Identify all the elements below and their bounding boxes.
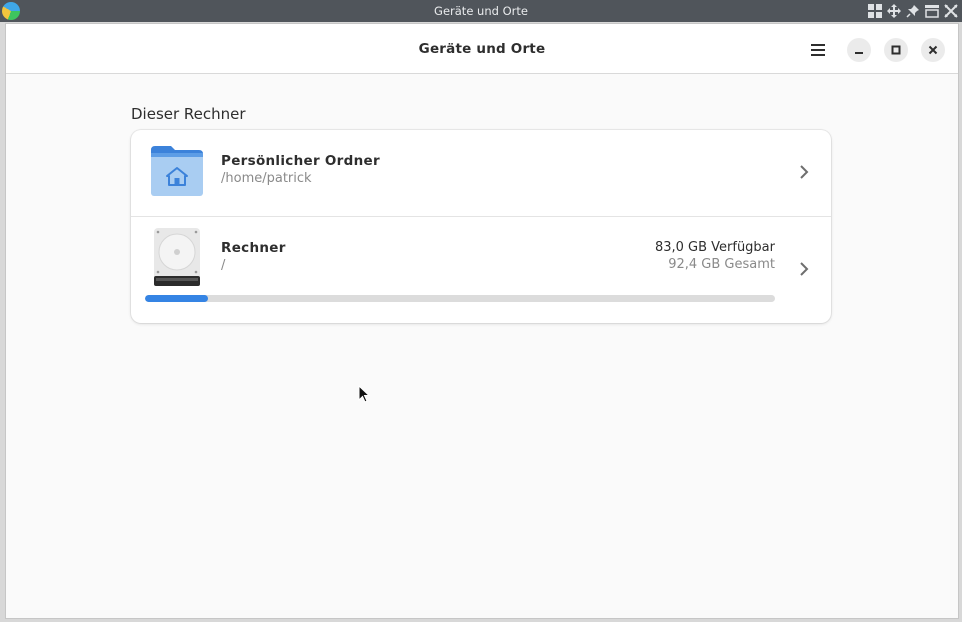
place-path: /home/patrick	[221, 171, 312, 186]
maximize-button[interactable]	[884, 38, 908, 62]
shade-icon[interactable]	[924, 3, 940, 19]
mouse-cursor-icon	[358, 385, 370, 403]
close-x-icon[interactable]	[943, 3, 959, 19]
place-path: /	[221, 258, 226, 273]
wm-controls	[867, 3, 959, 19]
disk-available: 83,0 GB Verfügbar	[654, 240, 775, 255]
tile-grid-icon[interactable]	[867, 3, 883, 19]
minimize-icon	[855, 52, 863, 54]
chevron-right-icon	[800, 165, 809, 179]
place-name: Persönlicher Ordner	[221, 153, 380, 169]
move-icon[interactable]	[886, 3, 902, 19]
chevron-right-icon	[800, 262, 809, 276]
list-item-computer[interactable]: Rechner / 83,0 GB Verfügbar 92,4 GB Gesa…	[131, 217, 831, 323]
pin-icon[interactable]	[905, 3, 921, 19]
maximize-icon	[891, 45, 901, 55]
home-folder-icon	[151, 144, 203, 200]
hard-disk-icon	[154, 228, 200, 290]
minimize-button[interactable]	[847, 38, 871, 62]
place-name: Rechner	[221, 240, 286, 256]
wm-titlebar: Geräte und Orte	[0, 0, 962, 22]
window-content: Geräte und Orte Dieser Rechner Persönlic…	[5, 23, 959, 619]
section-title: Dieser Rechner	[131, 105, 246, 123]
disk-total: 92,4 GB Gesamt	[668, 257, 775, 272]
header-bar: Geräte und Orte	[6, 24, 958, 74]
disk-usage-bar	[145, 295, 775, 302]
close-button[interactable]	[921, 38, 945, 62]
list-item-home[interactable]: Persönlicher Ordner /home/patrick	[131, 130, 831, 217]
close-icon	[928, 45, 938, 55]
disk-usage-fill	[145, 295, 208, 302]
wm-title: Geräte und Orte	[434, 4, 528, 18]
places-list: Persönlicher Ordner /home/patrick Rechne…	[131, 130, 831, 323]
app-window: Geräte und Orte Dieser Rechner Persönlic…	[0, 22, 962, 622]
hamburger-menu-icon[interactable]	[806, 38, 830, 62]
